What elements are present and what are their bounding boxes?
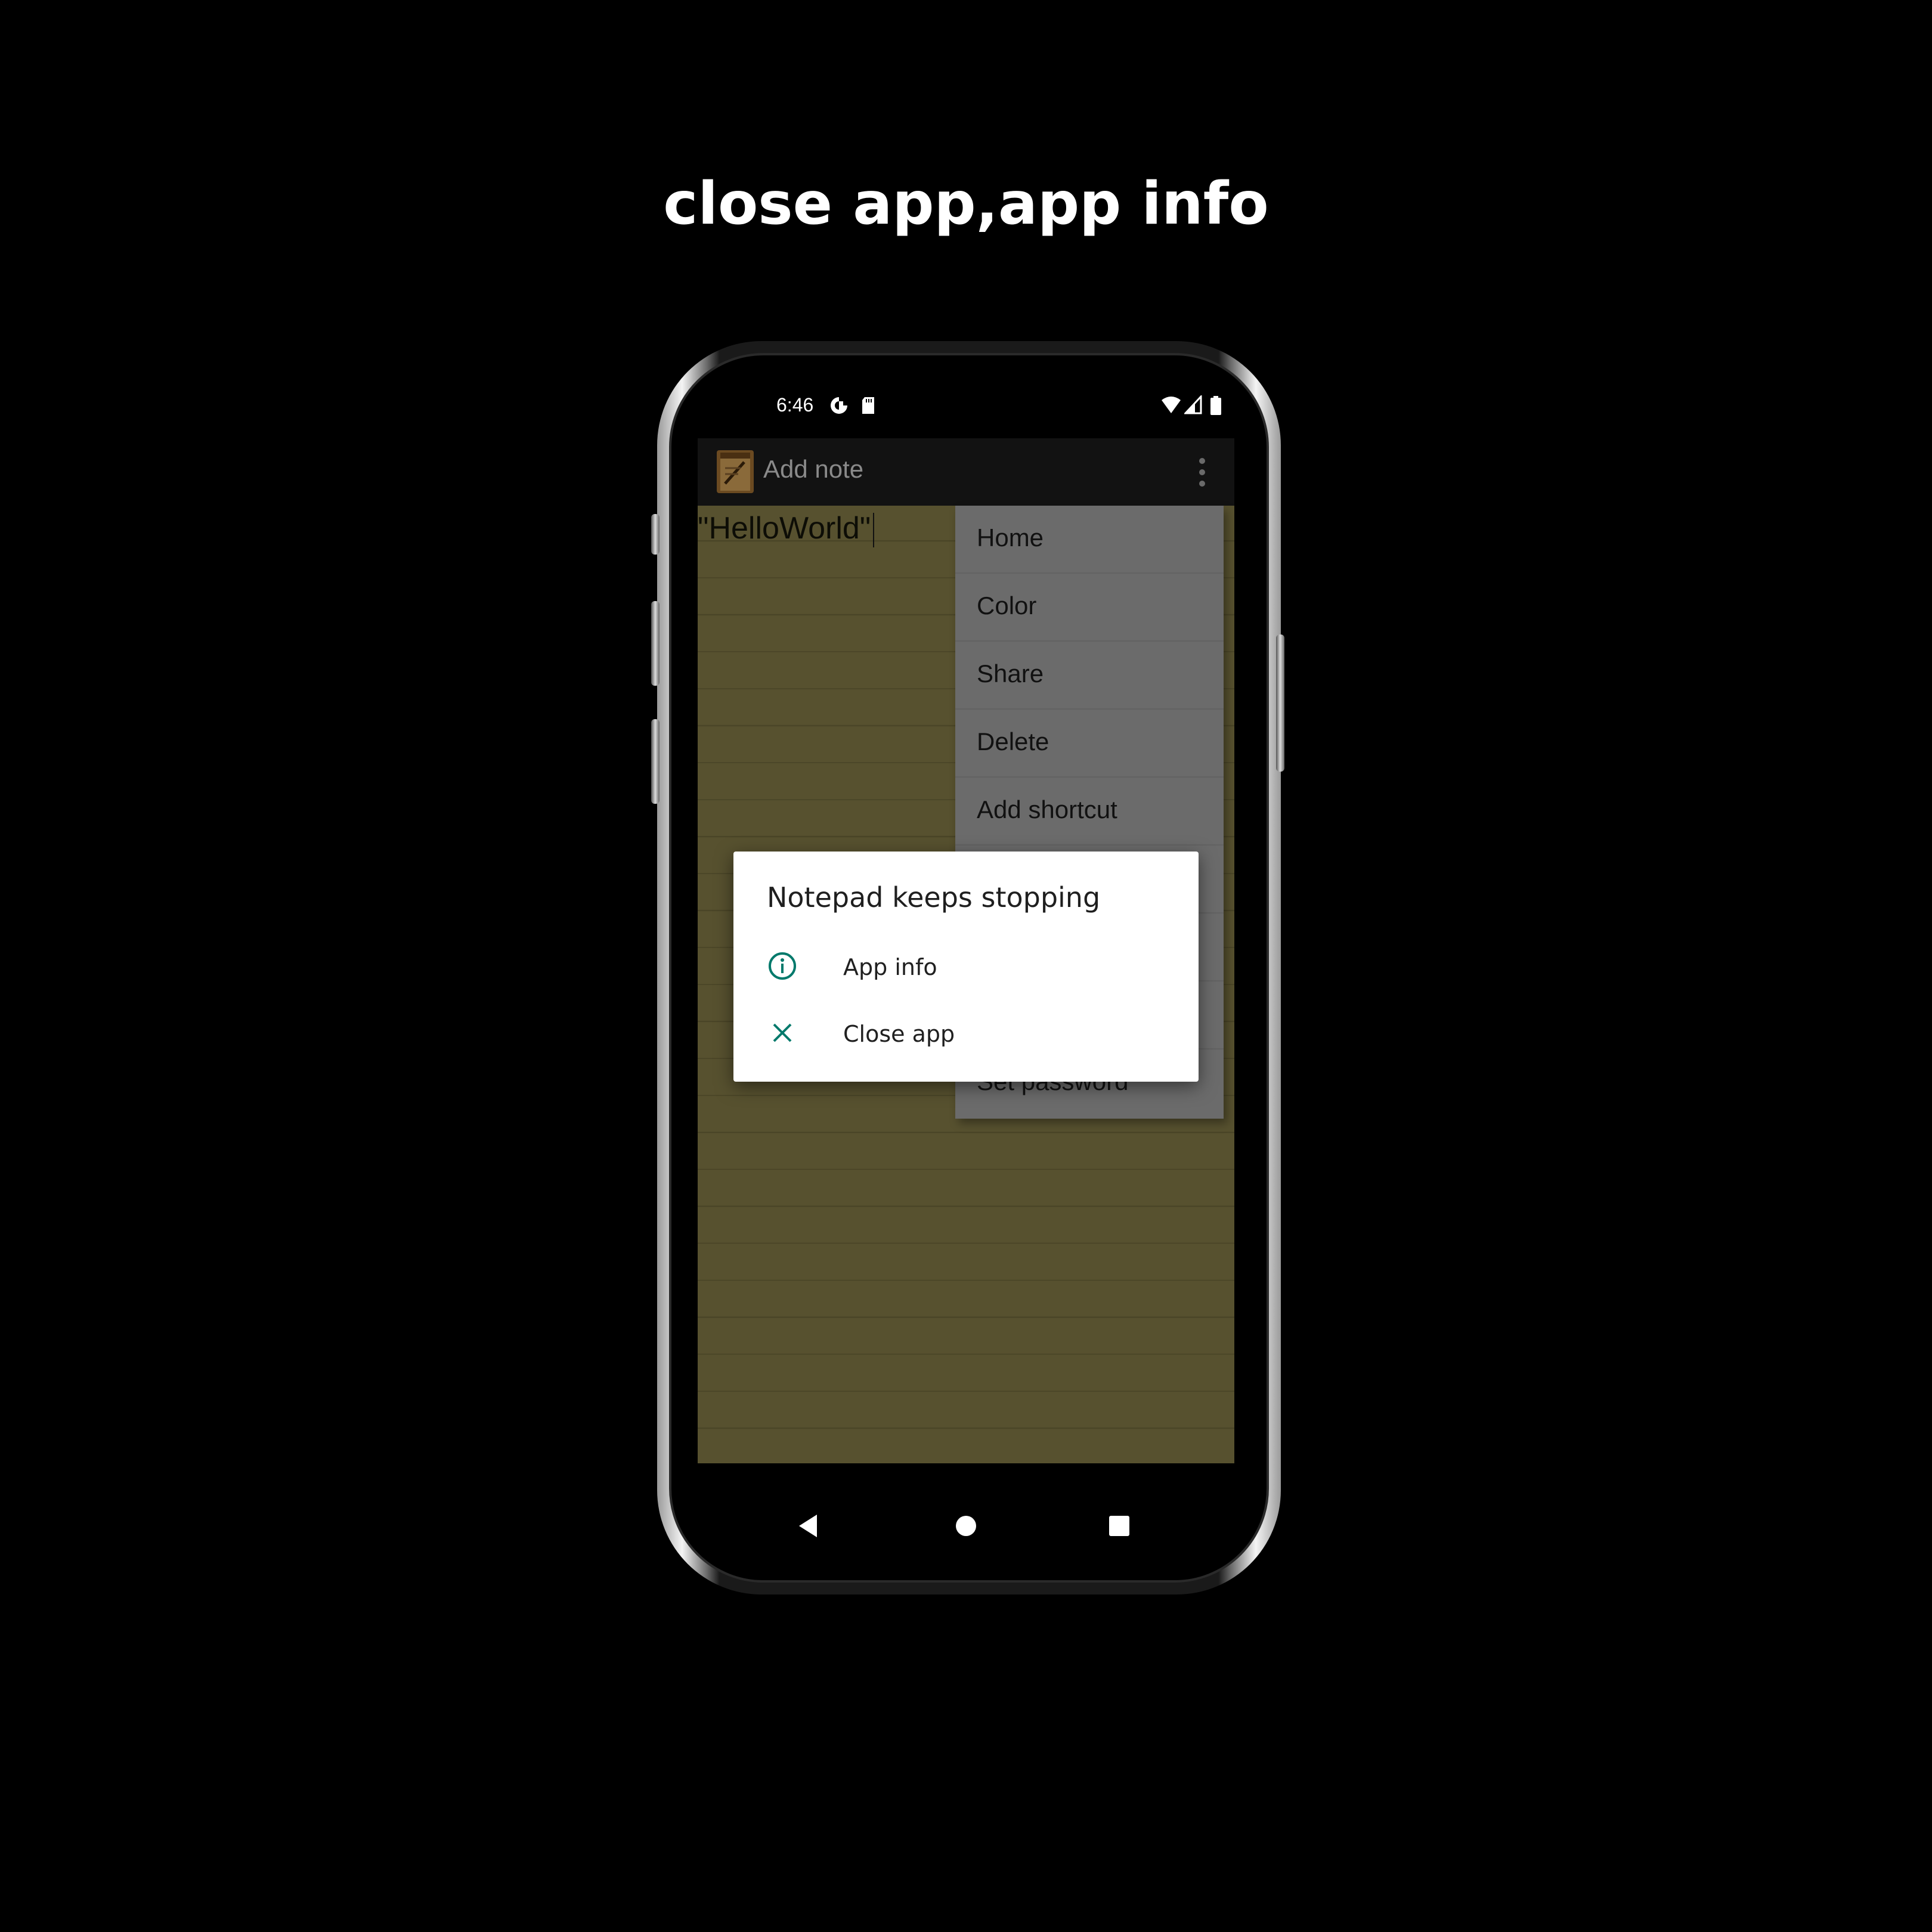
headline: close app,app info	[663, 170, 1269, 238]
back-icon[interactable]	[794, 1511, 824, 1541]
app-info-option[interactable]: App info	[733, 936, 1199, 1002]
close-app-option[interactable]: Close app	[733, 1003, 1199, 1069]
wifi-icon	[1162, 397, 1181, 413]
app-info-label: App info	[843, 954, 937, 980]
status-time: 6:46	[776, 394, 814, 416]
app-title: Add note	[763, 455, 864, 483]
vpn-icon	[831, 397, 847, 414]
battery-icon	[1210, 396, 1221, 415]
power-button	[1276, 634, 1284, 772]
close-app-label: Close app	[843, 1021, 955, 1047]
volume-up-button	[651, 601, 660, 686]
recents-icon[interactable]	[1104, 1511, 1134, 1541]
close-icon	[773, 1023, 792, 1042]
note-text[interactable]: "HelloWorld"	[698, 510, 875, 548]
app-crash-dialog: Notepad keeps stopping App info Close ap…	[733, 852, 1199, 1082]
menu-item-label: Home	[977, 524, 1044, 552]
volume-key-top	[651, 514, 660, 555]
menu-item-delete[interactable]: Delete	[955, 710, 1224, 778]
home-icon[interactable]	[951, 1511, 981, 1541]
signal-icon	[1184, 395, 1202, 414]
menu-item-share[interactable]: Share	[955, 642, 1224, 710]
note-text-value: "HelloWorld"	[698, 511, 871, 546]
status-bar: 6:46	[698, 391, 1234, 438]
menu-item-label: Color	[977, 592, 1037, 620]
volume-down-button	[651, 719, 660, 804]
menu-item-label: Delete	[977, 727, 1049, 756]
app-bar: Add note	[698, 438, 1234, 506]
navigation-bar	[698, 1463, 1234, 1594]
menu-item-home[interactable]: Home	[955, 506, 1224, 574]
notepad-app-icon	[717, 450, 754, 493]
menu-item-color[interactable]: Color	[955, 574, 1224, 642]
text-cursor	[873, 513, 875, 548]
menu-item-add-shortcut[interactable]: Add shortcut	[955, 778, 1224, 846]
more-vert-icon[interactable]	[1199, 456, 1206, 488]
sd-card-icon	[862, 397, 874, 414]
menu-item-label: Add shortcut	[977, 795, 1117, 823]
menu-item-label: Share	[977, 660, 1044, 688]
info-icon	[769, 952, 796, 980]
dialog-title: Notepad keeps stopping	[767, 881, 1101, 914]
